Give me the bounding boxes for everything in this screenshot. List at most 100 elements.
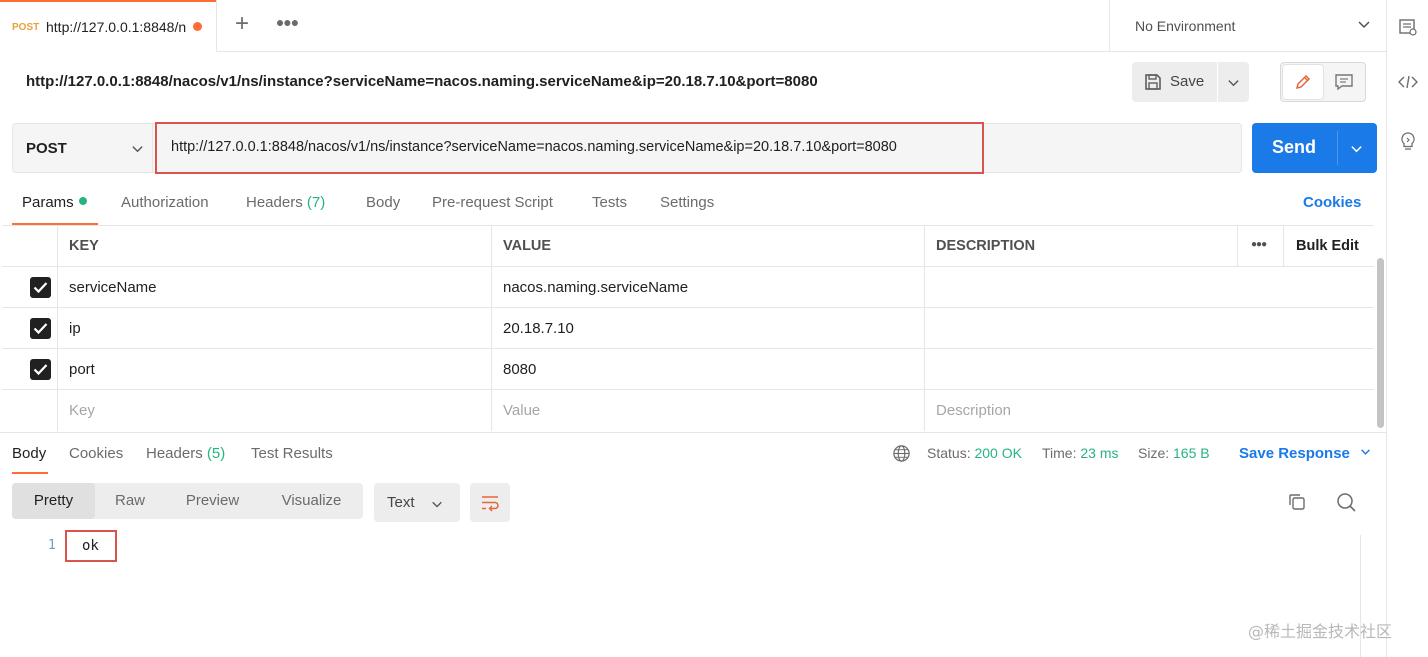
view-pretty-label: Pretty (33, 492, 74, 509)
table-row: serviceName nacos.naming.serviceName (2, 267, 1374, 308)
time-value: 23 ms (1080, 445, 1119, 461)
method-select[interactable]: POST (13, 124, 153, 172)
view-raw[interactable]: Raw (95, 483, 165, 519)
more-options-icon: ●●● (1251, 239, 1267, 250)
request-tab[interactable]: POST http://127.0.0.1:8848/nacos/v1/ns/i… (0, 0, 217, 52)
tab-bar: POST http://127.0.0.1:8848/nacos/v1/ns/i… (0, 0, 1386, 52)
tab-params[interactable]: Params (22, 194, 87, 211)
chevron-down-icon (1361, 449, 1370, 455)
response-tab-headers-count: (5) (206, 445, 226, 462)
unsaved-dot-icon (193, 22, 202, 31)
chevron-down-icon (1228, 80, 1239, 87)
lightbulb-icon[interactable] (1397, 130, 1419, 152)
tab-title: http://127.0.0.1:8848/nacos/v1/ns/instan… (46, 19, 186, 35)
response-tab-headers[interactable]: Headers (5) (146, 445, 225, 462)
response-time[interactable]: Time: 23 ms (1042, 445, 1119, 461)
view-pretty[interactable]: Pretty (12, 483, 95, 519)
wrap-lines-button[interactable] (470, 483, 510, 522)
send-button[interactable]: Send (1252, 123, 1337, 173)
checkmark-icon (33, 282, 48, 294)
response-tab-body[interactable]: Body (12, 445, 46, 462)
new-tab-plus-icon[interactable]: + (230, 12, 254, 37)
new-key-input[interactable]: Key (58, 390, 492, 431)
param-value-cell[interactable]: nacos.naming.serviceName (492, 267, 925, 308)
table-options-button[interactable]: ●●● (1238, 226, 1284, 267)
response-format-select[interactable]: Text (374, 483, 460, 522)
param-value: 8080 (503, 361, 537, 378)
param-value-cell[interactable]: 20.18.7.10 (492, 308, 925, 349)
checkbox-header-cell (2, 226, 58, 267)
tab-headers[interactable]: Headers (7) (246, 194, 325, 211)
response-size[interactable]: Size: 165 B (1138, 445, 1210, 461)
active-tab-indicator (12, 472, 48, 474)
param-description-cell[interactable] (925, 308, 1374, 349)
row-checkbox[interactable] (30, 359, 51, 380)
copy-icon[interactable] (1287, 492, 1307, 512)
row-checkbox-cell (2, 267, 58, 308)
param-key-cell[interactable]: ip (58, 308, 492, 349)
row-checkbox[interactable] (30, 318, 51, 339)
description-header: DESCRIPTION (925, 226, 1238, 267)
param-key-cell[interactable]: port (58, 349, 492, 390)
value-placeholder: Value (503, 402, 541, 419)
environment-select[interactable]: No Environment (1109, 0, 1386, 52)
row-checkbox[interactable] (30, 277, 51, 298)
param-key-cell[interactable]: serviceName (58, 267, 492, 308)
wrap-lines-icon (482, 496, 499, 512)
tab-body[interactable]: Body (366, 194, 400, 211)
save-response-button[interactable]: Save Response (1239, 445, 1371, 462)
param-description-cell[interactable] (925, 267, 1374, 308)
new-value-input[interactable]: Value (492, 390, 925, 431)
checkmark-icon (33, 364, 48, 376)
key-header: KEY (58, 226, 492, 267)
tab-params-label: Params (22, 194, 74, 211)
edit-mode-button[interactable] (1283, 65, 1323, 99)
chevron-down-icon (1358, 21, 1370, 29)
view-visualize[interactable]: Visualize (260, 483, 363, 519)
more-tabs-icon[interactable]: ●●● (275, 14, 299, 38)
param-description-cell[interactable] (925, 349, 1374, 390)
request-bar: POST http://127.0.0.1:8848/nacos/v1/ns/i… (12, 122, 1242, 174)
pencil-icon (1295, 74, 1311, 90)
view-preview[interactable]: Preview (165, 483, 260, 519)
watermark: @稀土掘金技术社区 (1248, 622, 1393, 641)
environment-quick-look-icon[interactable] (1397, 16, 1419, 38)
divider (1337, 131, 1338, 165)
code-icon[interactable] (1397, 71, 1419, 93)
send-button-group: Send (1252, 123, 1377, 173)
search-icon[interactable] (1336, 492, 1357, 513)
size-label: Size: (1138, 445, 1170, 461)
chevron-down-icon (132, 146, 143, 153)
chevron-down-icon (1351, 146, 1362, 153)
tab-settings[interactable]: Settings (660, 194, 714, 211)
status-value: 200 OK (974, 445, 1022, 461)
param-value-cell[interactable]: 8080 (492, 349, 925, 390)
params-scrollbar[interactable] (1377, 258, 1384, 428)
new-description-input[interactable]: Description (925, 390, 1374, 431)
bulk-edit-label: Bulk Edit (1296, 238, 1359, 254)
response-tab-test-results[interactable]: Test Results (251, 445, 333, 462)
param-value: 20.18.7.10 (503, 320, 574, 337)
url-input[interactable]: http://127.0.0.1:8848/nacos/v1/ns/instan… (155, 122, 984, 174)
table-header-row: KEY VALUE DESCRIPTION ●●● Bulk Edit (2, 226, 1374, 267)
comment-icon (1335, 74, 1353, 91)
save-button[interactable]: Save (1132, 62, 1217, 102)
row-checkbox-cell (2, 308, 58, 349)
cookies-link[interactable]: Cookies (1303, 194, 1361, 211)
response-divider[interactable] (0, 432, 1386, 433)
response-view-modes: Pretty Raw Preview Visualize (12, 483, 363, 519)
tab-authorization[interactable]: Authorization (121, 194, 209, 211)
globe-icon[interactable] (892, 444, 911, 463)
tab-prerequest-script[interactable]: Pre-request Script (432, 194, 553, 211)
tab-tests[interactable]: Tests (592, 194, 627, 211)
status-label: Status: (927, 445, 971, 461)
chevron-down-icon (432, 501, 442, 508)
table-row: ip 20.18.7.10 (2, 308, 1374, 349)
description-header-label: DESCRIPTION (936, 238, 1036, 254)
response-status[interactable]: Status: 200 OK (927, 445, 1022, 461)
save-options-button[interactable] (1218, 62, 1249, 102)
request-name[interactable]: http://127.0.0.1:8848/nacos/v1/ns/instan… (26, 73, 818, 90)
response-tab-cookies[interactable]: Cookies (69, 445, 123, 462)
request-tabs: Params Authorization Headers (7) Body Pr… (0, 190, 1386, 226)
bulk-edit-button[interactable]: Bulk Edit (1284, 226, 1374, 267)
